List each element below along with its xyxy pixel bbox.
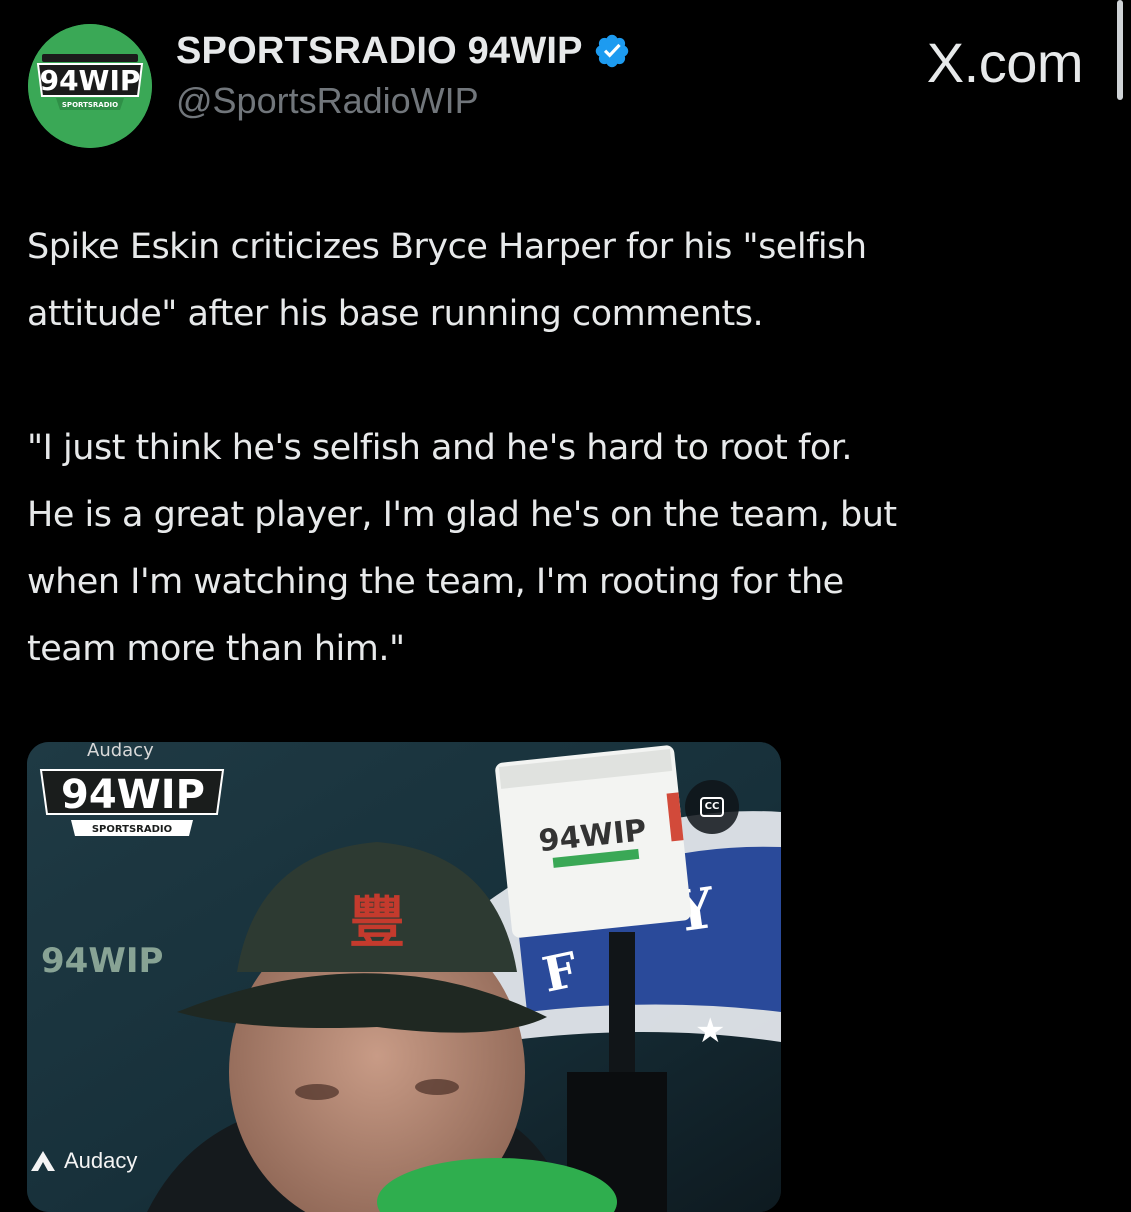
display-name-row: SPORTSRADIO 94WIP bbox=[176, 26, 631, 76]
tweet-paragraph: Spike Eskin criticizes Bryce Harper for … bbox=[27, 227, 867, 334]
closed-captions-button[interactable]: CC bbox=[685, 780, 739, 834]
svg-text:94WIP: 94WIP bbox=[61, 772, 205, 818]
svg-text:Audacy: Audacy bbox=[87, 742, 154, 761]
audacy-watermark-label: Audacy bbox=[64, 1148, 138, 1173]
profile-avatar[interactable]: 94WIP SPORTSRADIO bbox=[28, 24, 152, 148]
video-thumbnail[interactable]: Y F ★ 94WIP 豐 94WIP SPORTSRADIO Audacy 9… bbox=[27, 742, 781, 1212]
svg-text:SPORTSRADIO: SPORTSRADIO bbox=[92, 824, 172, 835]
svg-text:SPORTSRADIO: SPORTSRADIO bbox=[62, 101, 118, 109]
verified-badge-icon bbox=[595, 34, 628, 68]
x-com-brand: X.com bbox=[926, 31, 1084, 94]
scrollbar[interactable] bbox=[1117, 0, 1123, 100]
user-handle[interactable]: @SportsRadioWIP bbox=[176, 80, 479, 122]
video-frame-image: Y F ★ 94WIP 豐 94WIP SPORTSRADIO Audacy 9… bbox=[27, 742, 781, 1212]
94wip-logo-icon: 94WIP SPORTSRADIO bbox=[28, 24, 152, 148]
cc-icon: CC bbox=[700, 797, 724, 817]
audacy-logo-icon bbox=[31, 1151, 55, 1171]
display-name[interactable]: SPORTSRADIO 94WIP bbox=[176, 30, 583, 73]
svg-text:豐: 豐 bbox=[349, 890, 405, 956]
audacy-watermark: Audacy bbox=[30, 1148, 137, 1174]
svg-text:94WIP: 94WIP bbox=[41, 941, 163, 981]
svg-text:★: ★ bbox=[695, 1011, 725, 1051]
svg-text:94WIP: 94WIP bbox=[40, 64, 141, 97]
tweet-paragraph: "I just think he's selfish and he's hard… bbox=[27, 428, 897, 669]
tweet-text: Spike Eskin criticizes Bryce Harper for … bbox=[27, 214, 1117, 683]
